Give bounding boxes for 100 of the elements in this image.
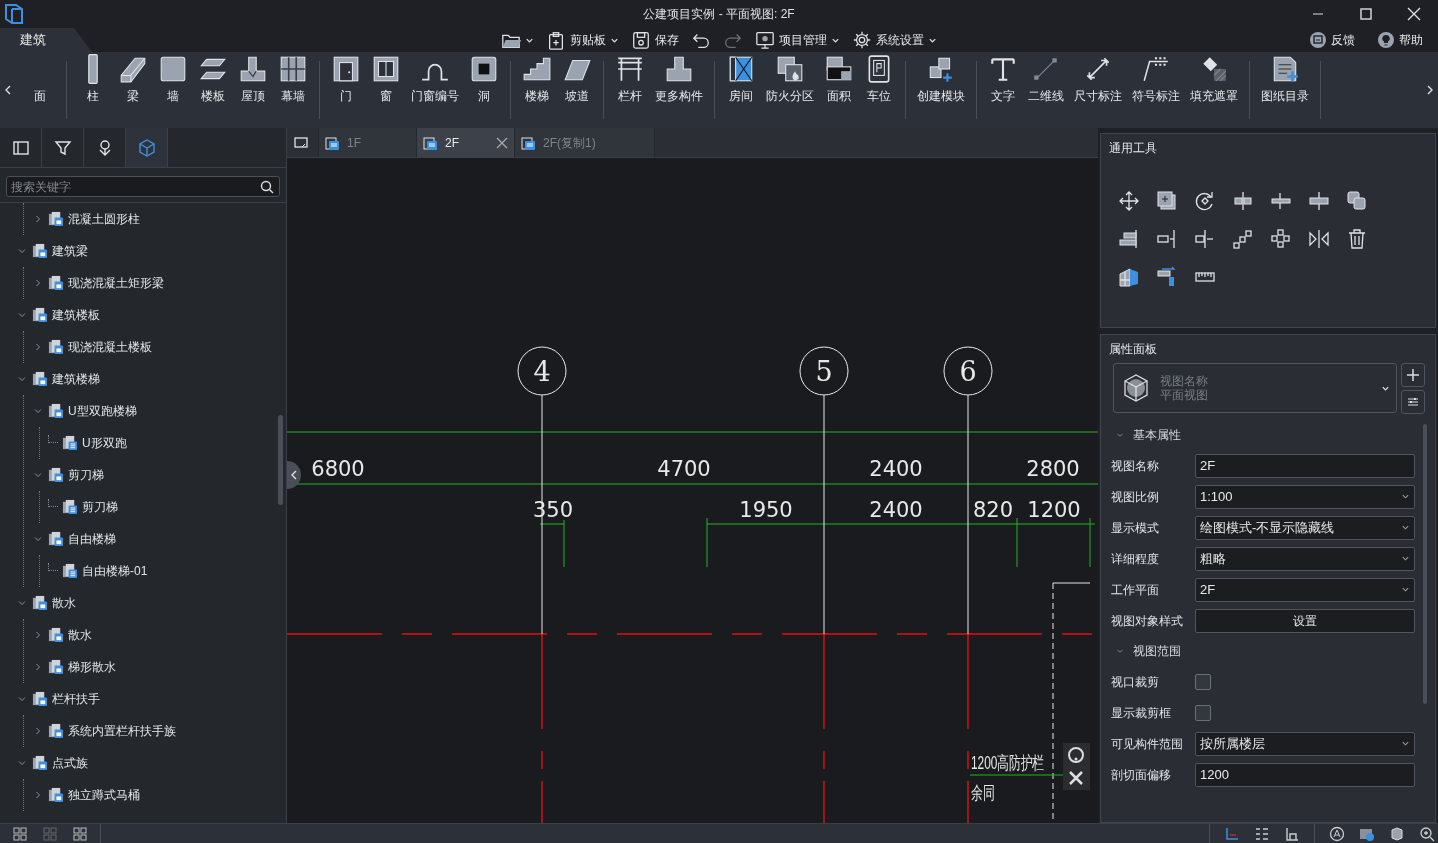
scrollbar[interactable] [278,415,283,505]
ribbon-tool[interactable]: 面 [20,87,60,105]
ribbon-tool[interactable]: 二维线 [1023,54,1069,105]
tree-item[interactable]: 栏杆扶手 [0,683,286,715]
ribbon-tool[interactable]: 楼板 [193,54,233,105]
ribbon-tool[interactable]: 车位 [859,54,899,105]
tree-item[interactable]: 自由楼梯-01 [40,555,286,587]
ribbon-tool[interactable]: 符号标注 [1127,54,1185,105]
cube-icon [1389,825,1405,842]
ribbon-tool[interactable]: 梁 [113,54,153,105]
toolbar-button[interactable]: 系统设置 [847,29,942,51]
ribbon-tab[interactable]: 建筑 [0,28,92,52]
dropdown-field[interactable]: 按所属楼层 [1195,731,1415,756]
window-list-icon [293,134,309,151]
sidebar-icon [11,138,30,157]
checkbox[interactable] [1195,673,1211,690]
tree-item[interactable]: 独立蹲式马桶 [24,779,286,811]
scrollbar[interactable] [1423,424,1427,704]
dropdown-field[interactable]: 2F [1195,577,1415,602]
ribbon-tool[interactable]: 文字 [983,54,1023,105]
ribbon-tool[interactable]: 坡道 [557,54,597,105]
tree-item[interactable]: 建筑楼梯 [0,363,286,395]
dropdown-field[interactable]: 绘图模式-不显示隐藏线 [1195,515,1415,540]
swap-icon [1156,266,1178,288]
tree-item[interactable]: 建筑楼板 [0,299,286,331]
tree-item[interactable]: 系统内置栏杆扶手族 [24,715,286,747]
help-link[interactable]: 反馈 [1304,29,1360,51]
dropdown-field[interactable]: 粗略 [1195,546,1415,571]
cube-icon [158,54,188,84]
collapse-handle[interactable] [287,461,301,489]
ribbon-tool[interactable]: 柱 [73,54,113,105]
ribbon-tool[interactable]: 窗 [366,54,406,105]
tree-item[interactable]: U形双跑 [40,427,286,459]
caret-icon [1401,739,1410,748]
ribbon-tool[interactable]: 栏杆 [610,54,650,105]
toolbar-button[interactable]: 剪贴板 [541,29,624,51]
ribbon-tool[interactable]: 楼梯 [517,54,557,105]
close-icon[interactable] [1068,770,1084,786]
search-field[interactable]: 搜索关键字 [6,176,280,197]
settings-button[interactable]: 设置 [1195,608,1415,633]
toolbar-button[interactable]: 项目管理 [750,29,845,51]
property-label: 工作平面 [1111,581,1160,599]
ribbon-tool[interactable]: 洞 [464,54,504,105]
status-button[interactable] [1389,825,1405,842]
ribbon-tool[interactable]: 屋顶 [233,54,273,105]
tree-item[interactable]: 建筑梁 [0,235,286,267]
tree-item[interactable]: 散水 [24,619,286,651]
ribbon-tool[interactable]: 填充遮罩 [1185,54,1243,105]
text-field[interactable]: 1200 [1195,762,1415,787]
tree-item[interactable]: U型双跑楼梯 [24,395,286,427]
status-button[interactable] [12,825,28,842]
panel-title: 属性面板 [1108,341,1158,358]
search-icon [260,180,274,194]
stacked-files-icon [32,691,48,707]
dropdown-field[interactable]: 1:100 [1195,484,1415,509]
ribbon-tool[interactable]: 幕墙 [273,54,313,105]
tree-item[interactable]: 剪刀梯 [40,491,286,523]
grid-cube-icon [1118,266,1140,288]
ribbon-tool[interactable]: 墙 [153,54,193,105]
document-tab[interactable]: 2F [417,128,515,157]
tree-item[interactable]: 散水 [0,587,286,619]
railing-icon [615,54,645,84]
status-button[interactable] [1419,825,1435,842]
text-field[interactable]: 2F [1195,453,1415,478]
property-label: 视图名称 [1111,457,1160,475]
stacked-files-icon [32,595,48,611]
status-button[interactable] [1254,825,1270,842]
section-header[interactable]: 视图范围 [1111,636,1415,666]
status-button[interactable] [1284,825,1300,842]
ribbon-tool[interactable]: 房间 [721,54,761,105]
ribbon-tool[interactable]: 面积 [819,54,859,105]
tree-item[interactable]: 现浇混凝土楼板 [24,331,286,363]
ribbon-tool[interactable]: 防火分区 [761,54,819,105]
rotate-icon [1194,190,1216,212]
ribbon-tool[interactable]: 更多构件 [650,54,708,105]
status-button[interactable] [72,825,88,842]
ribbon-tool[interactable]: 图纸目录 [1256,54,1314,105]
tree-item[interactable]: 剪刀梯 [24,459,286,491]
help-icon[interactable] [1068,747,1084,763]
ribbon-tool[interactable]: 创建模块 [912,54,970,105]
tree-item[interactable]: 自由楼梯 [24,523,286,555]
close-tab-button[interactable] [496,136,508,149]
stacked-files-icon [32,307,48,323]
hexagon-icon [137,138,156,157]
tree-item[interactable]: 梯形散水 [24,651,286,683]
settings-button[interactable] [1401,390,1425,414]
tree-item[interactable]: 点式族 [0,747,286,779]
caret-icon [1401,554,1410,563]
add-button[interactable] [1401,363,1425,387]
section-header[interactable]: 基本属性 [1111,420,1415,450]
ribbon-tool[interactable]: 尺寸标注 [1069,54,1127,105]
checkbox[interactable] [1195,704,1211,721]
tree-item[interactable]: 现浇混凝土矩形梁 [24,267,286,299]
ribbon-tool[interactable]: 门窗编号 [406,54,464,105]
tree-item[interactable]: 混凝土圆形柱 [24,203,286,235]
toolbar-button[interactable]: 保存 [626,29,684,51]
ribbon-tool[interactable]: 门 [326,54,366,105]
help-link[interactable]: 帮助 [1372,29,1428,51]
split-icon [1232,190,1254,212]
list-file-icon [62,499,78,515]
